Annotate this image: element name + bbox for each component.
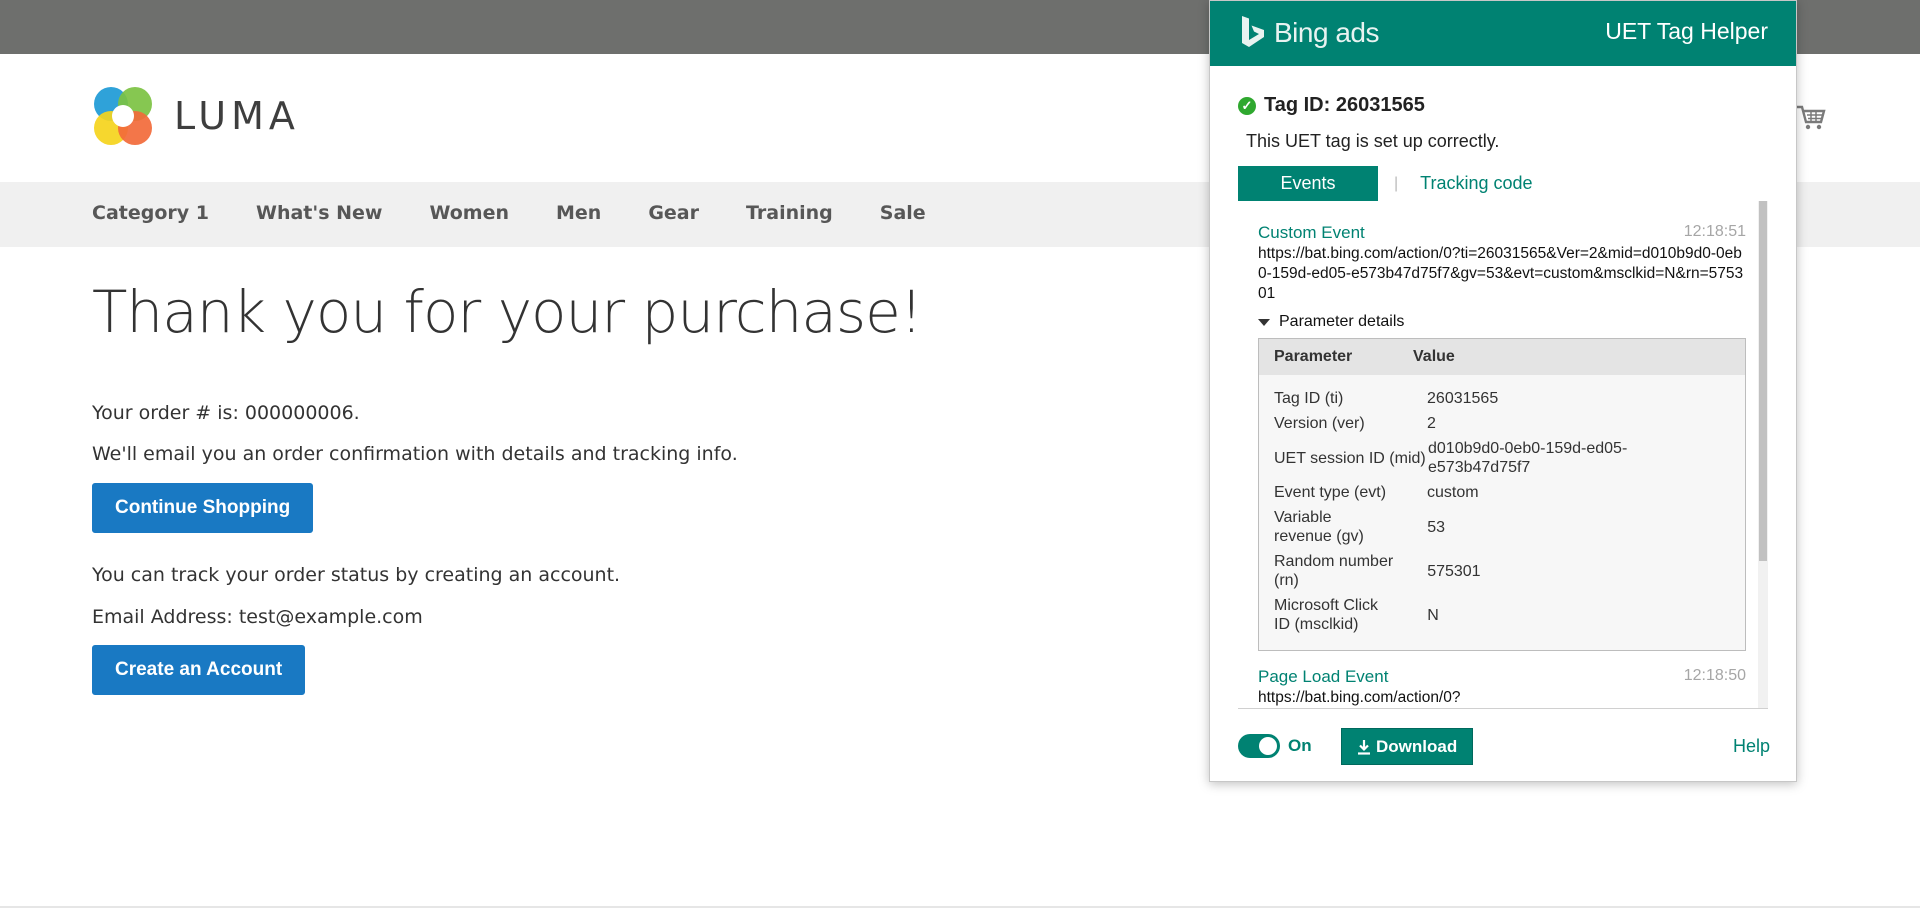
luma-logo[interactable]: LUMA	[92, 85, 300, 147]
param-name: Event type (evt)	[1274, 484, 1387, 501]
table-row: Microsoft Click ID (msclkid) N	[1259, 596, 1745, 634]
parameter-details-toggle[interactable]: Parameter details	[1258, 313, 1746, 331]
cart-icon[interactable]	[1796, 104, 1826, 130]
logo-text: LUMA	[174, 94, 300, 138]
create-account-button[interactable]: Create an Account	[92, 645, 306, 695]
tab-separator: |	[1394, 174, 1399, 192]
bing-ads-logo: Bing ads	[1240, 15, 1379, 51]
table-row: Version (ver) 2	[1259, 414, 1745, 433]
param-value: d010b9d0-0eb0-159d-ed05-e573b47d75f7	[1428, 440, 1628, 476]
param-value: 26031565	[1427, 390, 1499, 407]
nav-item-women[interactable]: Women	[429, 202, 509, 224]
caret-down-icon	[1258, 318, 1270, 326]
confirmation-text: We'll email you an order confirmation wi…	[92, 443, 738, 465]
param-name: Variable revenue (gv)	[1274, 509, 1364, 545]
param-name: Random number (rn)	[1274, 553, 1394, 589]
on-off-toggle[interactable]	[1238, 734, 1280, 758]
table-row: Variable revenue (gv) 53	[1259, 508, 1745, 546]
continue-shopping-button[interactable]: Continue Shopping	[92, 483, 314, 533]
toggle-knob	[1259, 737, 1277, 755]
email-address-text: Email Address: test@example.com	[92, 606, 423, 628]
param-name: UET session ID (mid)	[1274, 449, 1426, 467]
event-item: Page Load Event 12:18:50 https://bat.bin…	[1258, 667, 1746, 708]
nav-item-whats-new[interactable]: What's New	[256, 202, 382, 224]
event-time: 12:18:50	[1683, 667, 1746, 684]
download-icon	[1358, 739, 1370, 755]
param-value: 575301	[1427, 562, 1481, 580]
param-name: Tag ID (ti)	[1274, 390, 1344, 407]
table-row: UET session ID (mid) d010b9d0-0eb0-159d-…	[1259, 439, 1745, 477]
param-value: N	[1427, 606, 1439, 624]
parameter-table-header: Parameter Value	[1259, 339, 1745, 375]
order-number-text: Your order # is: 000000006.	[92, 402, 360, 424]
popup-footer: On Download Help	[1210, 726, 1796, 766]
nav-item-men[interactable]: Men	[556, 202, 601, 224]
event-name[interactable]: Custom Event	[1258, 223, 1746, 243]
event-url: https://bat.bing.com/action/0?ti=2603156…	[1258, 245, 1744, 302]
nav-item-category-1[interactable]: Category 1	[92, 202, 209, 224]
download-button[interactable]: Download	[1341, 728, 1474, 765]
events-list[interactable]: Custom Event 12:18:51 https://bat.bing.c…	[1238, 201, 1768, 709]
event-url: https://bat.bing.com/action/0?	[1258, 689, 1461, 706]
scrollbar-thumb[interactable]	[1759, 201, 1767, 561]
value-column-header: Value	[1413, 348, 1455, 365]
nav-item-gear[interactable]: Gear	[648, 202, 699, 224]
table-row: Event type (evt) custom	[1259, 483, 1745, 502]
tag-status-row: ✓ Tag ID: 26031565	[1238, 94, 1425, 117]
event-item: Custom Event 12:18:51 https://bat.bing.c…	[1258, 223, 1746, 651]
param-name: Microsoft Click ID (msclkid)	[1274, 597, 1379, 633]
check-icon: ✓	[1238, 96, 1256, 115]
event-name[interactable]: Page Load Event	[1258, 667, 1746, 687]
tag-setup-status: This UET tag is set up correctly.	[1246, 131, 1500, 151]
parameter-details-label: Parameter details	[1279, 313, 1405, 330]
popup-tabs: Events | Tracking code	[1238, 166, 1533, 201]
param-value: 2	[1427, 415, 1436, 432]
param-value: 53	[1427, 518, 1445, 536]
toggle-label: On	[1288, 736, 1312, 755]
events-scrollbar[interactable]	[1758, 201, 1768, 708]
track-order-text: You can track your order status by creat…	[92, 564, 621, 586]
param-name: Version (ver)	[1274, 415, 1365, 432]
tab-tracking-code[interactable]: Tracking code	[1420, 173, 1532, 194]
luma-logo-icon	[92, 85, 154, 147]
tag-id: Tag ID: 26031565	[1264, 94, 1425, 116]
table-row: Tag ID (ti) 26031565	[1259, 389, 1745, 408]
parameter-table: Parameter Value Tag ID (ti) 26031565 Ver…	[1258, 338, 1746, 651]
table-row: Random number (rn) 575301	[1259, 552, 1745, 590]
nav-item-sale[interactable]: Sale	[880, 202, 926, 224]
popup-header: Bing ads UET Tag Helper	[1210, 1, 1796, 66]
tab-events[interactable]: Events	[1238, 166, 1378, 201]
help-link[interactable]: Help	[1733, 736, 1770, 757]
bing-logo-icon	[1242, 16, 1264, 47]
uet-tag-helper-popup: Bing ads UET Tag Helper ✓ Tag ID: 260315…	[1209, 0, 1797, 782]
parameter-column-header: Parameter	[1274, 348, 1353, 365]
param-value: custom	[1427, 484, 1479, 501]
page-title: Thank you for your purchase!	[92, 278, 923, 346]
event-time: 12:18:51	[1683, 223, 1746, 240]
nav-item-training[interactable]: Training	[746, 202, 833, 224]
bing-ads-text: Bing ads	[1274, 17, 1379, 48]
download-label: Download	[1376, 737, 1458, 756]
popup-title: UET Tag Helper	[1605, 18, 1768, 44]
